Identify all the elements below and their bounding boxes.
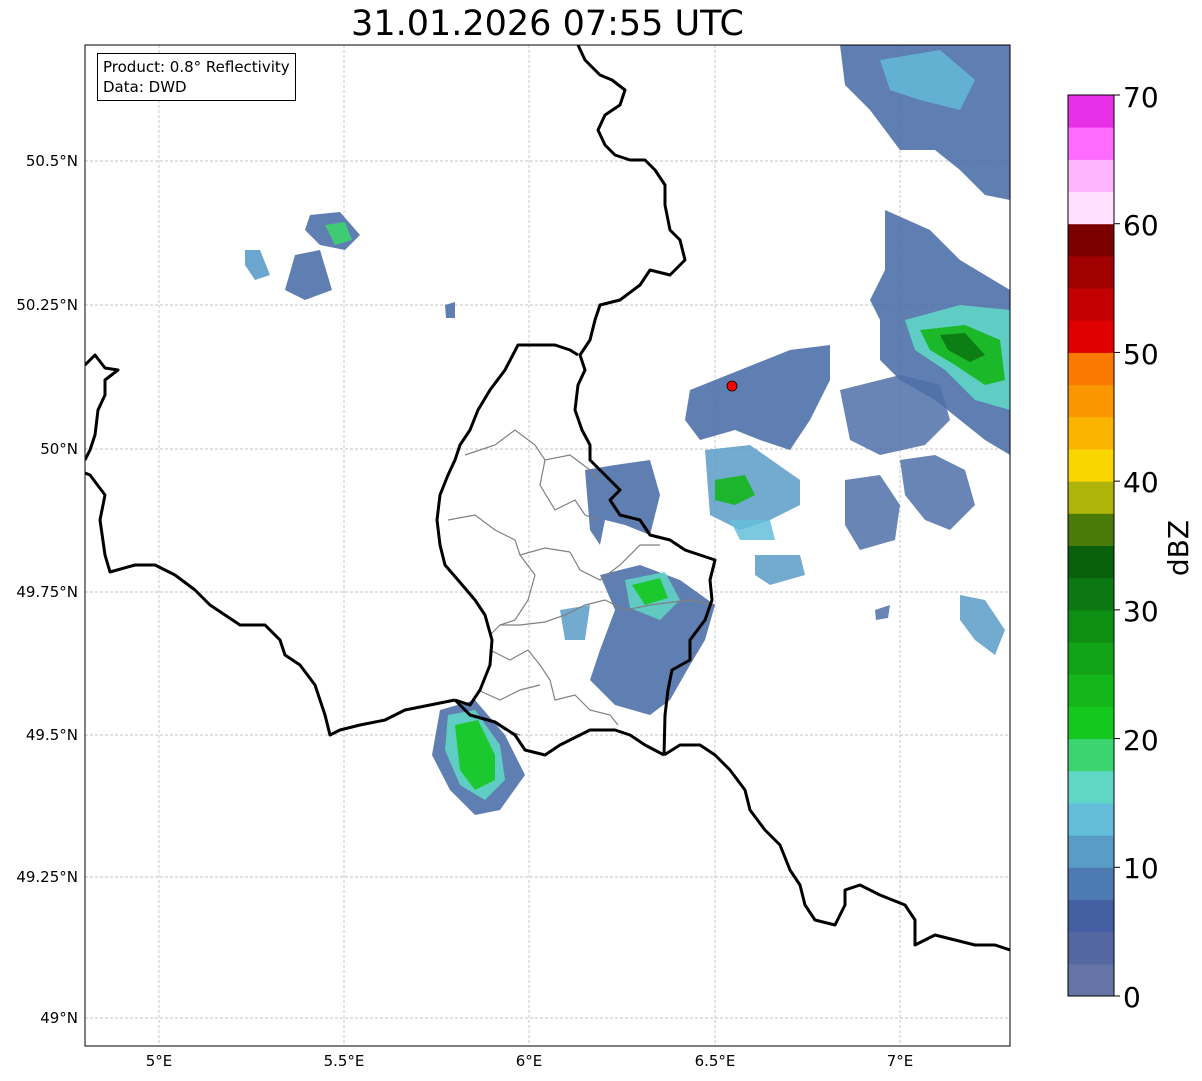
product-info-box: Product: 0.8° Reflectivity Data: DWD [97,53,296,101]
colorbar-tick-label: 40 [1123,466,1159,499]
colorbar-segment [1068,577,1114,611]
colorbar-tick-label: 30 [1123,595,1159,628]
colorbar-segment [1068,255,1114,289]
lon-tick-labels: 5°E 5.5°E 6°E 6.5°E 7°E [146,1052,914,1070]
colorbar-segment [1068,867,1114,900]
colorbar-segment [1068,545,1114,579]
colorbar [1067,94,1120,997]
colorbar-segment [1068,642,1114,675]
colorbar-segment [1068,288,1114,321]
colorbar-segment [1068,127,1114,160]
colorbar-segment [1068,770,1114,804]
colorbar-segment [1068,95,1114,128]
colorbar-segment [1068,191,1114,225]
radar-site-marker [726,380,738,392]
lat-tick-label: 49°N [40,1009,78,1027]
colorbar-segment [1068,963,1114,997]
lon-tick-label: 5.5°E [324,1052,365,1070]
colorbar-tick-label: 50 [1123,338,1159,371]
colorbar-segment [1068,674,1114,707]
colorbar-tick-labels: 0 10 20 30 40 50 60 70 [1123,81,1159,1014]
lat-tick-label: 50.25°N [16,296,78,314]
lon-tick-label: 6°E [516,1052,543,1070]
colorbar-label: dBZ [1162,520,1195,576]
colorbar-tick-label: 20 [1123,724,1159,757]
radar-map: 50.5°N 50.25°N 50°N 49.75°N 49.5°N 49.25… [16,44,1195,1070]
lat-tick-label: 50°N [40,440,78,458]
colorbar-segment [1068,835,1114,868]
colorbar-segment [1068,384,1114,418]
data-source-label: Data: DWD [103,78,187,96]
product-label: Product: 0.8° Reflectivity [103,58,290,76]
colorbar-segment [1068,159,1114,193]
lat-tick-labels: 50.5°N 50.25°N 50°N 49.75°N 49.5°N 49.25… [16,152,78,1027]
colorbar-segment [1068,320,1114,353]
colorbar-segment [1068,738,1114,772]
colorbar-segment [1068,223,1114,257]
colorbar-segment [1068,448,1114,482]
colorbar-tick-label: 10 [1123,852,1159,885]
lon-tick-label: 6.5°E [695,1052,736,1070]
colorbar-segment [1068,609,1114,643]
colorbar-segment [1068,513,1114,546]
colorbar-tick-label: 0 [1123,981,1141,1014]
lon-tick-label: 7°E [887,1052,914,1070]
colorbar-tick-label: 60 [1123,209,1159,242]
lat-tick-label: 49.75°N [16,583,78,601]
colorbar-segment [1068,706,1114,740]
lon-tick-label: 5°E [146,1052,173,1070]
colorbar-segment [1068,416,1114,450]
colorbar-segment [1068,481,1114,514]
colorbar-segment [1068,352,1114,386]
colorbar-segment [1068,931,1114,965]
colorbar-segment [1068,802,1114,836]
lat-tick-label: 50.5°N [26,152,78,170]
lat-tick-label: 49.5°N [26,726,78,744]
colorbar-segment [1068,899,1114,933]
colorbar-tick-label: 70 [1123,81,1159,114]
lat-tick-label: 49.25°N [16,868,78,886]
